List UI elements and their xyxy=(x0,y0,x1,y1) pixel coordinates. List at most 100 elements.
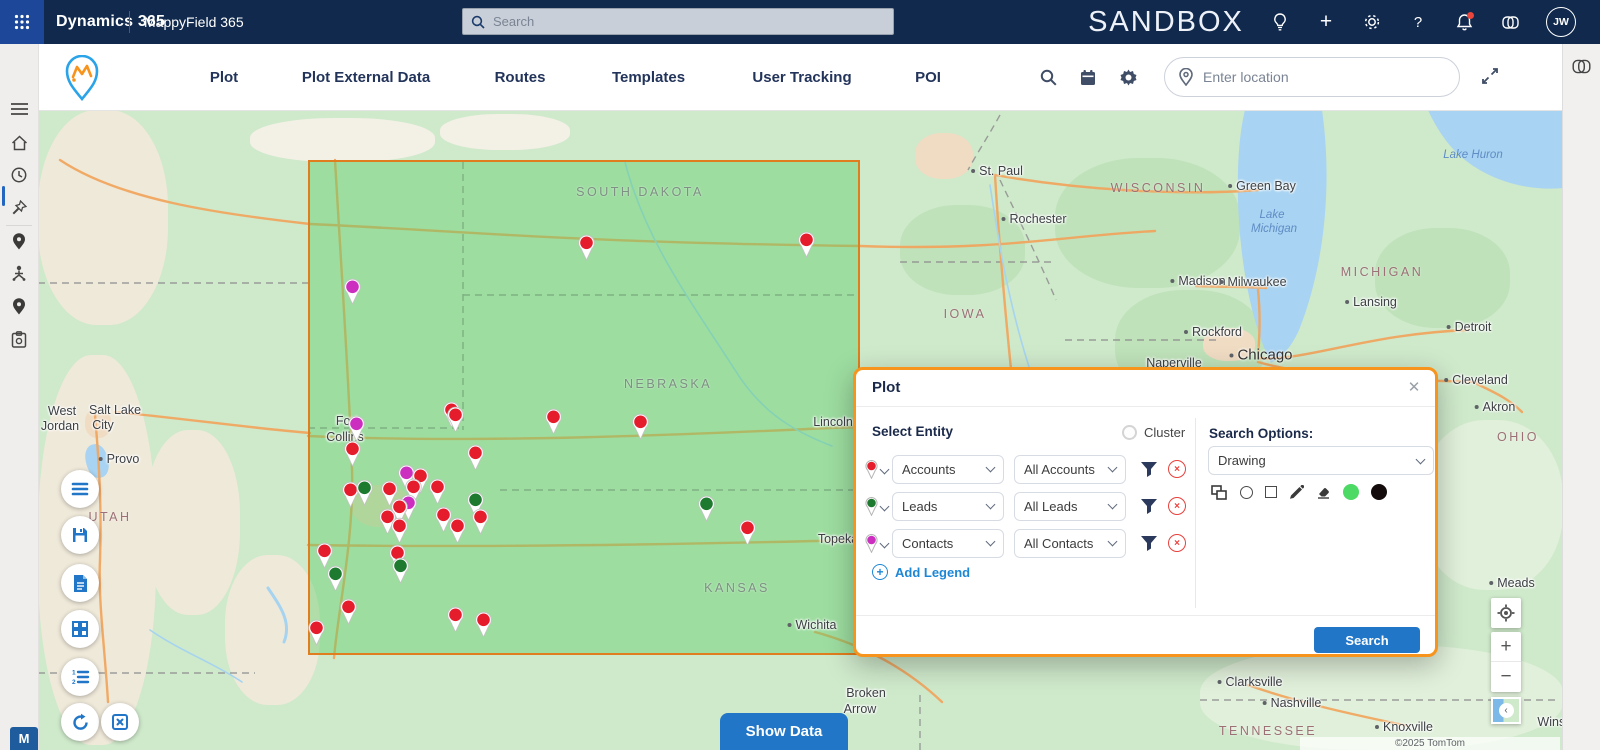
tab-routes[interactable]: Routes xyxy=(450,69,590,86)
sidebar-tasks-button[interactable] xyxy=(0,324,38,354)
view-select[interactable]: All Leads xyxy=(1014,492,1126,521)
zoom-control[interactable]: + − xyxy=(1491,632,1521,692)
remove-row-icon[interactable]: × xyxy=(1168,497,1186,515)
filter-icon[interactable] xyxy=(1140,461,1158,478)
tab-plot-external-data[interactable]: Plot External Data xyxy=(282,69,450,86)
map-marker-green[interactable] xyxy=(354,478,375,506)
copilot-icon[interactable] xyxy=(1571,56,1593,78)
gear-icon[interactable] xyxy=(1118,67,1138,87)
map-marker-green[interactable] xyxy=(325,564,346,592)
sidebar-map-button-active[interactable] xyxy=(0,226,38,256)
map-marker-red[interactable] xyxy=(445,405,466,433)
help-icon[interactable]: ? xyxy=(1408,12,1428,32)
map-marker-red[interactable] xyxy=(470,507,491,535)
pin-color-chevron-icon[interactable] xyxy=(880,464,890,474)
add-icon[interactable]: + xyxy=(1316,12,1336,32)
sidebar-home-button[interactable] xyxy=(0,128,38,158)
mappyfield-logo[interactable] xyxy=(63,55,101,101)
map-marker-red[interactable] xyxy=(445,605,466,633)
view-select[interactable]: All Contacts xyxy=(1014,529,1126,558)
sidebar-map-pin-button[interactable] xyxy=(0,291,38,321)
circle-tool-icon[interactable] xyxy=(1240,486,1253,499)
map-marker-magenta[interactable] xyxy=(342,277,363,305)
save-button[interactable] xyxy=(61,516,99,554)
location-input[interactable] xyxy=(1201,68,1425,86)
filter-icon[interactable] xyxy=(1140,498,1158,515)
calendar-icon[interactable] xyxy=(1078,67,1098,87)
legend-list-button[interactable]: 12 xyxy=(61,658,99,696)
entity-pin-icon[interactable] xyxy=(864,533,879,553)
pencil-tool-icon[interactable] xyxy=(1289,485,1304,500)
view-select[interactable]: All Accounts xyxy=(1014,455,1126,484)
tab-poi[interactable]: POI xyxy=(897,69,959,86)
map-marker-red[interactable] xyxy=(433,505,454,533)
map-marker-red[interactable] xyxy=(543,407,564,435)
sidebar-pinned-button[interactable] xyxy=(0,193,38,223)
entity-pin-icon[interactable] xyxy=(864,496,879,516)
entity-pin-icon[interactable] xyxy=(864,459,879,479)
close-icon[interactable]: ✕ xyxy=(1405,378,1423,396)
color-black-swatch[interactable] xyxy=(1371,484,1387,500)
sidebar-territory-button[interactable] xyxy=(0,258,38,288)
lightbulb-icon[interactable] xyxy=(1270,12,1290,32)
zoom-out-button[interactable]: − xyxy=(1491,662,1521,692)
entity-select[interactable]: Accounts xyxy=(892,455,1004,484)
overview-map-button[interactable]: ‹ xyxy=(1491,697,1521,724)
map-marker-red[interactable] xyxy=(576,233,597,261)
tab-user-tracking[interactable]: User Tracking xyxy=(707,69,897,86)
gear-icon[interactable] xyxy=(1362,12,1382,32)
global-search-box[interactable] xyxy=(462,8,894,35)
map-marker-green[interactable] xyxy=(696,494,717,522)
map-marker-green[interactable] xyxy=(390,556,411,584)
eraser-tool-icon[interactable] xyxy=(1316,485,1331,499)
polygon-tool-icon[interactable] xyxy=(1211,485,1228,500)
map-marker-red[interactable] xyxy=(473,610,494,638)
rectangle-tool-icon[interactable] xyxy=(1265,486,1277,498)
map-marker-red[interactable] xyxy=(342,439,363,467)
color-green-swatch[interactable] xyxy=(1343,484,1359,500)
minimized-window-badge[interactable]: M xyxy=(10,727,38,750)
locate-button[interactable] xyxy=(1491,598,1521,628)
tab-templates[interactable]: Templates xyxy=(590,69,707,86)
remove-row-icon[interactable]: × xyxy=(1168,460,1186,478)
map-marker-red[interactable] xyxy=(306,618,327,646)
pin-color-chevron-icon[interactable] xyxy=(880,501,890,511)
search-options-select[interactable]: Drawing xyxy=(1208,446,1434,475)
sidebar-menu-button[interactable] xyxy=(0,94,38,124)
add-legend-link[interactable]: + Add Legend xyxy=(872,564,970,580)
refresh-button[interactable] xyxy=(61,703,99,741)
map-marker-red[interactable] xyxy=(630,412,651,440)
filter-icon[interactable] xyxy=(1140,535,1158,552)
map-marker-red[interactable] xyxy=(338,597,359,625)
entity-select[interactable]: Leads xyxy=(892,492,1004,521)
grid-button[interactable] xyxy=(61,610,99,648)
app-launcher-button[interactable] xyxy=(0,0,44,44)
map-marker-red[interactable] xyxy=(737,518,758,546)
tab-plot[interactable]: Plot xyxy=(166,69,282,86)
map-marker-red[interactable] xyxy=(427,477,448,505)
copilot-icon[interactable] xyxy=(1500,12,1520,32)
suite-title[interactable]: MappyField 365 xyxy=(144,0,244,44)
pin-color-chevron-icon[interactable] xyxy=(880,538,890,548)
show-data-button[interactable]: Show Data xyxy=(720,713,848,750)
close-selection-button[interactable] xyxy=(101,703,139,741)
bell-icon[interactable] xyxy=(1454,12,1474,32)
layers-menu-button[interactable] xyxy=(61,470,99,508)
radio-circle-icon[interactable] xyxy=(1122,425,1137,440)
entity-select[interactable]: Contacts xyxy=(892,529,1004,558)
expand-icon[interactable] xyxy=(1481,67,1501,87)
map-marker-red[interactable] xyxy=(465,443,486,471)
file-button[interactable] xyxy=(61,564,99,602)
avatar[interactable]: JW xyxy=(1546,7,1576,37)
zoom-in-button[interactable]: + xyxy=(1491,632,1521,662)
location-search-box[interactable] xyxy=(1164,57,1460,97)
cluster-radio[interactable]: Cluster xyxy=(1122,425,1185,440)
map-marker-red[interactable] xyxy=(389,516,410,544)
search-icon[interactable] xyxy=(1038,67,1058,87)
global-search-input[interactable] xyxy=(491,13,835,30)
remove-row-icon[interactable]: × xyxy=(1168,534,1186,552)
search-button[interactable]: Search xyxy=(1314,627,1420,653)
map-marker-red[interactable] xyxy=(796,230,817,258)
map-marker-magenta[interactable] xyxy=(346,414,367,442)
sidebar-recent-button[interactable] xyxy=(0,160,38,190)
